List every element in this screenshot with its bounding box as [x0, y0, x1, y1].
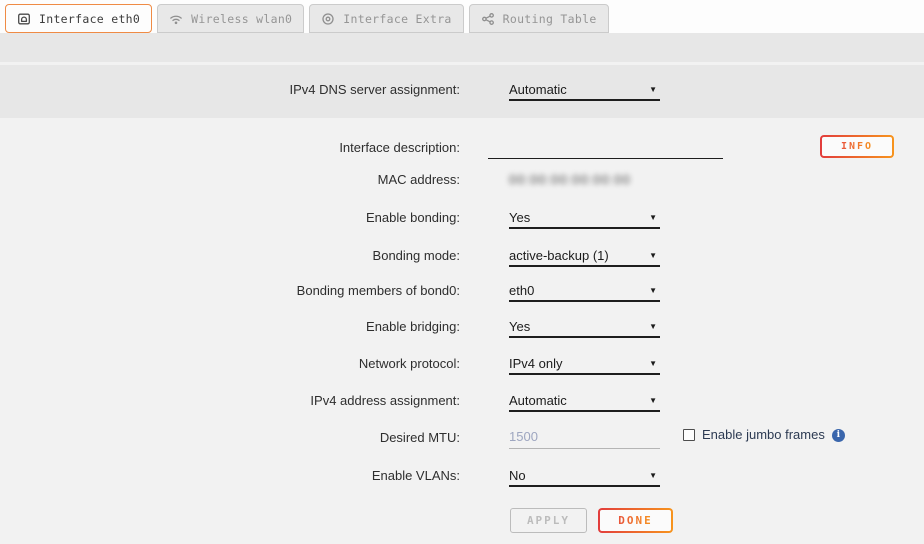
tab-interface-eth0[interactable]: Interface eth0: [5, 4, 152, 33]
bonding-members-label: Bonding members of bond0:: [0, 281, 460, 301]
info-button-label: INFO: [841, 141, 873, 152]
header-band: [0, 33, 924, 62]
select-value: Automatic: [509, 392, 567, 410]
select-value: eth0: [509, 282, 534, 300]
chevron-down-icon: ▼: [649, 282, 660, 300]
ipv4-assignment-row: IPv4 address assignment: Automatic ▼: [0, 391, 660, 412]
ipv4-assignment-select[interactable]: Automatic ▼: [509, 391, 660, 412]
enable-vlans-select[interactable]: No ▼: [509, 466, 660, 487]
tab-label: Interface Extra: [343, 12, 451, 26]
bonding-mode-label: Bonding mode:: [0, 246, 460, 266]
enable-bonding-label: Enable bonding:: [0, 208, 460, 228]
info-button[interactable]: INFO: [820, 135, 894, 158]
mac-address-label: MAC address:: [0, 170, 460, 190]
tab-label: Wireless wlan0: [191, 12, 292, 26]
jumbo-frames-group: Enable jumbo frames i: [683, 428, 845, 442]
tab-bar: Interface eth0 Wireless wlan0 Interface …: [5, 4, 609, 33]
wifi-icon: [169, 12, 183, 26]
info-circle-icon[interactable]: i: [832, 429, 845, 442]
mac-address-row: MAC address: 00:00:00:00:00:00: [0, 170, 631, 190]
enable-vlans-label: Enable VLANs:: [0, 466, 460, 486]
enable-bridging-select[interactable]: Yes ▼: [509, 317, 660, 338]
jumbo-frames-label: Enable jumbo frames: [702, 428, 825, 442]
bonding-members-select[interactable]: eth0 ▼: [509, 281, 660, 302]
dns-assignment-row: IPv4 DNS server assignment: Automatic ▼: [0, 80, 660, 101]
select-value: No: [509, 467, 526, 485]
enable-vlans-row: Enable VLANs: No ▼: [0, 466, 660, 487]
mac-address-value-redacted: 00:00:00:00:00:00: [509, 170, 631, 190]
enable-bridging-row: Enable bridging: Yes ▼: [0, 317, 660, 338]
select-value: Automatic: [509, 81, 567, 99]
select-value: Yes: [509, 318, 530, 336]
network-protocol-label: Network protocol:: [0, 354, 460, 374]
chevron-down-icon: ▼: [649, 81, 660, 99]
share-nodes-icon: [481, 12, 495, 26]
tab-label: Interface eth0: [39, 12, 140, 26]
select-value: Yes: [509, 209, 530, 227]
select-value: active-backup (1): [509, 247, 609, 265]
network-protocol-row: Network protocol: IPv4 only ▼: [0, 354, 660, 375]
bonding-mode-select[interactable]: active-backup (1) ▼: [509, 246, 660, 267]
done-button[interactable]: DONE: [598, 508, 673, 533]
dns-assignment-select[interactable]: Automatic ▼: [509, 80, 660, 101]
chevron-down-icon: ▼: [649, 467, 660, 485]
desired-mtu-label: Desired MTU:: [0, 428, 460, 448]
interface-description-label: Interface description:: [0, 138, 460, 158]
apply-button-label: APPLY: [527, 514, 570, 527]
interface-description-row: Interface description:: [0, 138, 723, 159]
network-protocol-select[interactable]: IPv4 only ▼: [509, 354, 660, 375]
dns-assignment-label: IPv4 DNS server assignment:: [0, 80, 460, 100]
tab-wireless-wlan0[interactable]: Wireless wlan0: [157, 4, 304, 33]
ipv4-assignment-label: IPv4 address assignment:: [0, 391, 460, 411]
chevron-down-icon: ▼: [649, 392, 660, 410]
target-icon: [321, 12, 335, 26]
jumbo-frames-checkbox[interactable]: [683, 429, 695, 441]
tab-interface-extra[interactable]: Interface Extra: [309, 4, 463, 33]
enable-bonding-row: Enable bonding: Yes ▼: [0, 208, 660, 229]
select-value: IPv4 only: [509, 355, 562, 373]
chevron-down-icon: ▼: [649, 318, 660, 336]
tab-routing-table[interactable]: Routing Table: [469, 4, 609, 33]
bonding-members-row: Bonding members of bond0: eth0 ▼: [0, 281, 660, 302]
desired-mtu-row: Desired MTU: 1500: [0, 428, 660, 449]
apply-button[interactable]: APPLY: [510, 508, 587, 533]
chevron-down-icon: ▼: [649, 355, 660, 373]
tab-label: Routing Table: [503, 12, 597, 26]
desired-mtu-input[interactable]: 1500: [509, 428, 660, 449]
interface-description-input[interactable]: [488, 138, 723, 159]
enable-bridging-label: Enable bridging:: [0, 317, 460, 337]
done-button-label: DONE: [618, 514, 653, 527]
chevron-down-icon: ▼: [649, 247, 660, 265]
ethernet-icon: [17, 12, 31, 26]
enable-bonding-select[interactable]: Yes ▼: [509, 208, 660, 229]
chevron-down-icon: ▼: [649, 209, 660, 227]
bonding-mode-row: Bonding mode: active-backup (1) ▼: [0, 246, 660, 267]
